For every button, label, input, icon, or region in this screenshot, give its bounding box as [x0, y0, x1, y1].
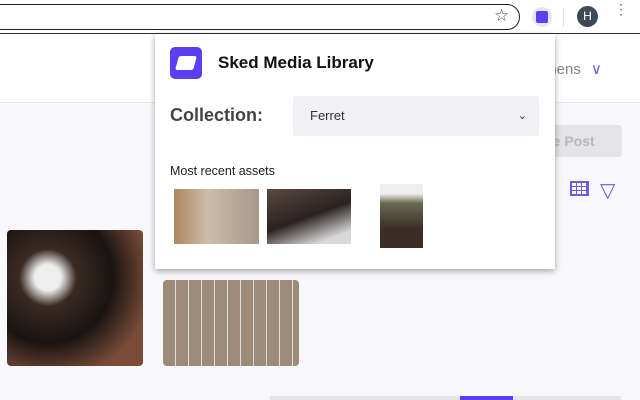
sked-logo-icon — [170, 47, 202, 79]
sked-logo-icon — [536, 11, 548, 23]
collection-value: Ferret — [310, 108, 345, 123]
address-bar[interactable] — [0, 4, 520, 30]
collection-label: Collection: — [170, 105, 263, 125]
pagination-active-page[interactable] — [460, 396, 513, 400]
collection-select[interactable]: Ferret ⌄ — [293, 96, 539, 136]
chevron-down-icon: ∨ — [590, 61, 602, 78]
pagination[interactable] — [270, 396, 460, 400]
profile-avatar[interactable]: H — [577, 6, 598, 27]
pagination[interactable] — [513, 396, 621, 400]
sked-extension-button[interactable] — [532, 7, 552, 27]
media-thumbnail[interactable] — [7, 230, 143, 366]
recent-asset-thumbnail[interactable] — [380, 184, 423, 248]
media-thumbnail[interactable] — [163, 280, 299, 366]
bookmark-star-icon[interactable]: ☆ — [494, 6, 509, 26]
recent-assets-label: Most recent assets — [170, 164, 275, 178]
chevron-down-icon: ⌄ — [517, 110, 527, 122]
browser-toolbar: ☆ H ⋮ — [0, 0, 640, 34]
recent-asset-thumbnail[interactable] — [267, 189, 351, 244]
grid-view-icon[interactable] — [570, 181, 589, 196]
filter-icon[interactable]: ▽ — [600, 178, 615, 203]
divider — [563, 8, 564, 26]
sked-popup: Sked Media Library Collection: Ferret ⌄ M… — [155, 34, 555, 269]
popup-title: Sked Media Library — [218, 53, 374, 72]
recent-asset-thumbnail[interactable] — [174, 189, 259, 244]
browser-menu-icon[interactable]: ⋮ — [614, 2, 628, 16]
